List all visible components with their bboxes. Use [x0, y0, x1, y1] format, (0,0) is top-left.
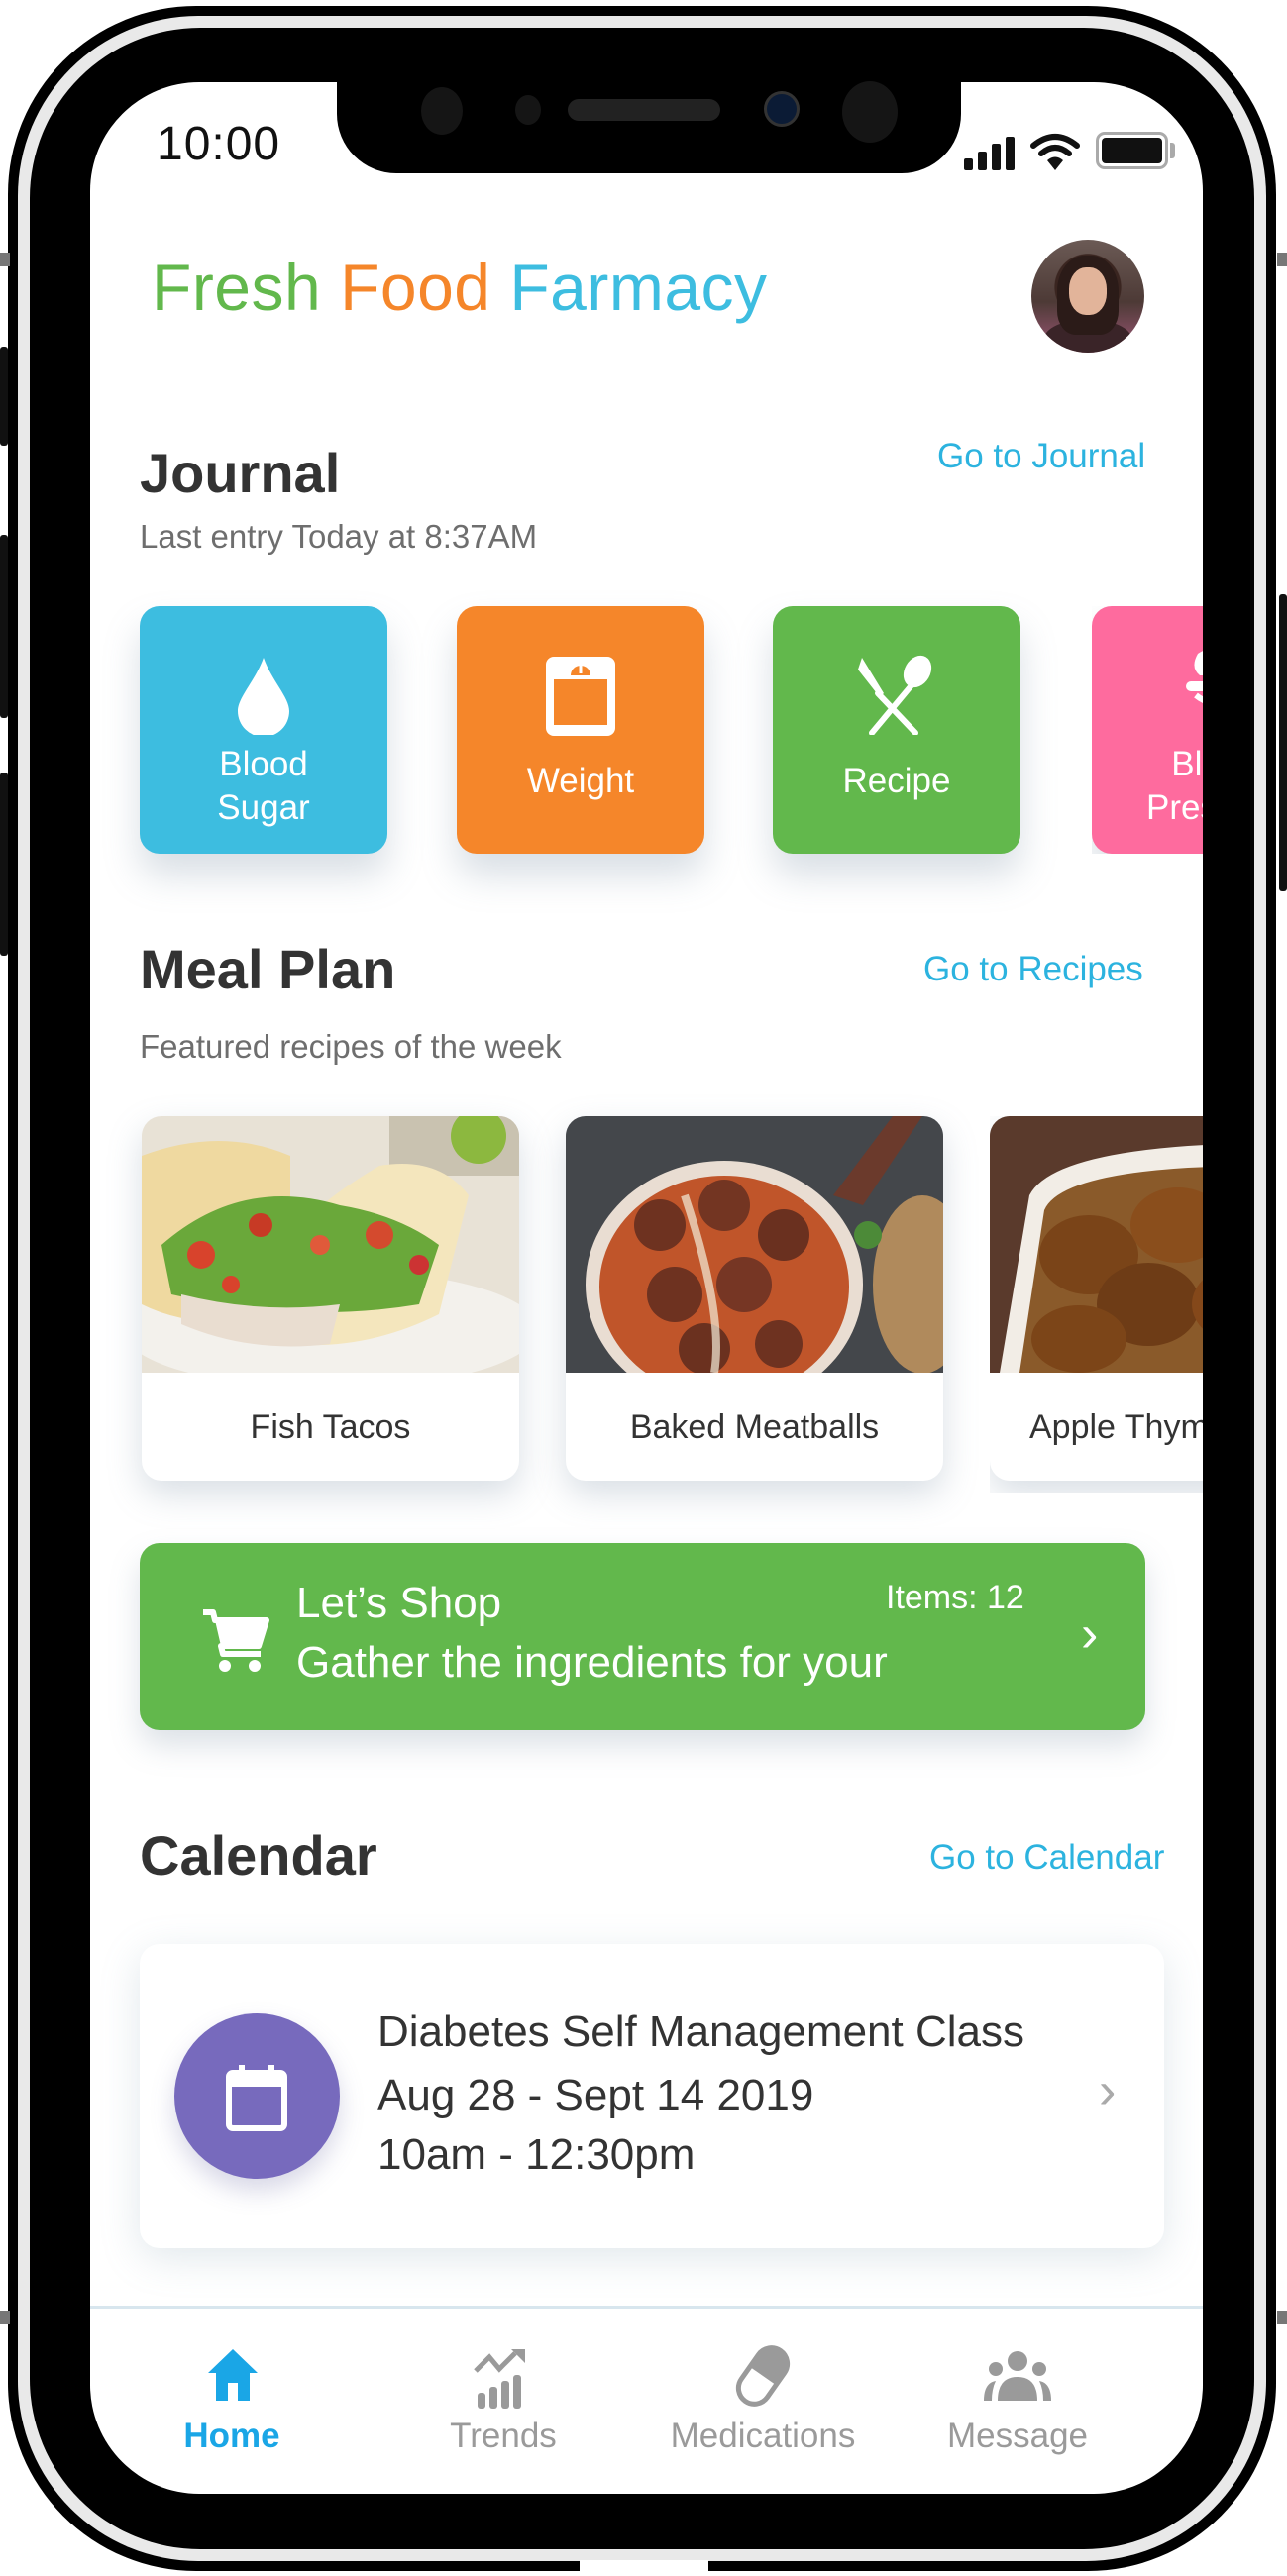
- cellular-signal-icon: [964, 137, 1021, 170]
- journal-tile-clip: Blood Pressure: [1092, 606, 1203, 854]
- recipe-card-apple-thyme-chicken[interactable]: Apple Thyme Chicken: [990, 1116, 1203, 1481]
- go-to-calendar-link[interactable]: Go to Calendar: [929, 1838, 1164, 1878]
- app-title: Fresh Food Farmacy: [152, 250, 768, 325]
- calendar-event-card[interactable]: Diabetes Self Management Class Aug 28 - …: [140, 1944, 1164, 2248]
- nav-label: Message: [946, 2417, 1089, 2455]
- calendar-icon: [226, 2065, 287, 2131]
- meal-plan-subtitle: Featured recipes of the week: [140, 1028, 562, 1065]
- nav-label: Medications: [670, 2417, 856, 2455]
- go-to-recipes-link[interactable]: Go to Recipes: [923, 950, 1143, 989]
- phone-side-marker: [0, 253, 10, 266]
- sensor: [421, 87, 463, 135]
- shop-subtitle: Gather the ingredients for your: [296, 1638, 888, 1687]
- battery-tip: [1170, 143, 1175, 158]
- journal-last-entry: Last entry Today at 8:37AM: [140, 518, 538, 555]
- meal-plan-heading: Meal Plan: [140, 938, 396, 1000]
- nav-tab-message[interactable]: Message: [889, 2347, 1146, 2456]
- pill-icon: [735, 2345, 791, 2407]
- tile-label: Recipe: [842, 762, 951, 800]
- tile-label: Sugar: [217, 788, 310, 827]
- frame-bottom-gap: [580, 2560, 708, 2576]
- journal-tile-recipe[interactable]: Recipe: [773, 606, 1020, 854]
- brand-word-fresh: Fresh: [152, 251, 322, 324]
- bottom-nav-divider: [90, 2306, 1203, 2309]
- recipe-card-fish-tacos[interactable]: Fish Tacos: [142, 1116, 519, 1481]
- calendar-event-badge: [174, 2013, 340, 2179]
- journal-tile-blood-sugar[interactable]: Blood Sugar: [140, 606, 387, 854]
- volume-up-button: [0, 535, 8, 718]
- wifi-icon: [1030, 134, 1080, 170]
- sensor: [842, 81, 898, 143]
- power-button: [1279, 594, 1287, 891]
- recipe-card-baked-meatballs[interactable]: Baked Meatballs: [566, 1116, 943, 1481]
- nav-tab-trends[interactable]: Trends: [375, 2347, 632, 2456]
- utensils-icon: [858, 655, 932, 735]
- fish-tacos-image: [142, 1116, 519, 1373]
- calendar-heading: Calendar: [140, 1824, 377, 1887]
- phone-side-marker: [0, 2311, 10, 2324]
- nav-label: Trends: [450, 2417, 557, 2455]
- home-icon: [208, 2349, 258, 2401]
- brand-word-farmacy: Farmacy: [509, 251, 768, 324]
- lets-shop-banner[interactable]: Let’s Shop Gather the ingredients for yo…: [140, 1543, 1145, 1730]
- front-camera: [764, 91, 800, 127]
- nav-tab-home[interactable]: Home: [103, 2347, 361, 2456]
- recipe-name: Apple Thyme Chicken: [1029, 1407, 1203, 1446]
- speaker: [568, 99, 720, 121]
- phone-side-marker: [1277, 2311, 1287, 2324]
- sensor: [515, 95, 541, 125]
- blood-pressure-icon: [1186, 651, 1203, 703]
- scale-icon: [546, 657, 615, 736]
- shop-title: Let’s Shop: [296, 1579, 502, 1627]
- event-time: 10am - 12:30pm: [377, 2130, 696, 2179]
- recipe-carousel-clip: Apple Thyme Chicken: [990, 1116, 1203, 1493]
- recipe-name: Baked Meatballs: [629, 1407, 880, 1446]
- go-to-journal-link[interactable]: Go to Journal: [937, 437, 1145, 476]
- nav-tab-medications[interactable]: Medications: [634, 2345, 892, 2456]
- nav-label: Home: [183, 2417, 280, 2455]
- cart-icon: [203, 1609, 269, 1672]
- recipe-name: Fish Tacos: [250, 1407, 411, 1446]
- mute-switch: [0, 347, 8, 446]
- event-title: Diabetes Self Management Class: [377, 2008, 1024, 2056]
- user-avatar[interactable]: [1031, 240, 1144, 353]
- chevron-right-icon: ›: [1099, 2062, 1117, 2119]
- journal-heading: Journal: [140, 442, 341, 504]
- shop-item-count: Items: 12: [886, 1579, 1024, 1616]
- status-time: 10:00: [157, 118, 281, 170]
- group-icon: [984, 2351, 1051, 2401]
- journal-tile-weight[interactable]: Weight: [457, 606, 704, 854]
- event-date: Aug 28 - Sept 14 2019: [377, 2071, 814, 2119]
- tile-label: Blood: [1171, 745, 1203, 783]
- drop-icon: [238, 658, 289, 735]
- volume-down-button: [0, 773, 8, 956]
- tile-label: Pressure: [1145, 788, 1203, 827]
- brand-word-food: Food: [340, 251, 491, 324]
- chevron-right-icon: ›: [1081, 1605, 1099, 1663]
- trends-icon: [474, 2349, 525, 2409]
- battery-icon: [1096, 132, 1168, 169]
- tile-label: Blood: [219, 745, 308, 783]
- phone-side-marker: [1277, 253, 1287, 266]
- tile-label: Weight: [526, 762, 635, 800]
- journal-tile-blood-pressure[interactable]: Blood Pressure: [1092, 606, 1203, 854]
- baked-meatballs-image: [566, 1116, 943, 1373]
- apple-thyme-chicken-image: [990, 1116, 1203, 1373]
